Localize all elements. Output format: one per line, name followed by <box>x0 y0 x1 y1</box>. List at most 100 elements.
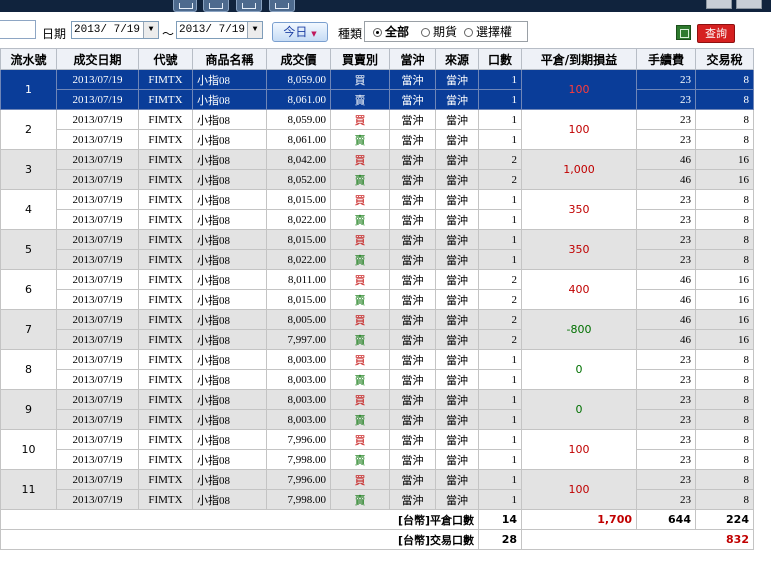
code-cell: FIMTX <box>138 109 193 130</box>
trade-date-cell: 2013/07/19 <box>56 149 139 170</box>
trade-date-cell: 2013/07/19 <box>56 269 139 290</box>
table-row[interactable]: 3 2013/07/19 FIMTX 小指08 8,042.00 買當沖 當沖 2 1,000 4… <box>0 149 754 190</box>
table-row[interactable]: 2013/07/19 FIMTX 小指08 7,997.00 賣當沖 當沖 2 46 16 <box>1 329 754 350</box>
table-row[interactable]: 2013/07/19 FIMTX 小指08 8,022.00 賣當沖 當沖 1 23 8 <box>1 209 754 230</box>
chevron-down-icon[interactable]: ▼ <box>247 22 262 38</box>
scroll-down-button[interactable] <box>736 0 762 9</box>
today-button[interactable]: 今日 ▼ <box>272 22 328 42</box>
table-row[interactable]: 2013/07/19 FIMTX 小指08 8,015.00 賣當沖 當沖 2 46 16 <box>1 289 754 310</box>
fee-cell: 23 <box>636 229 696 250</box>
radio-futures[interactable]: 期貨 <box>421 25 457 39</box>
col-header[interactable]: 手續費 <box>636 48 696 70</box>
scroll-up-button[interactable] <box>706 0 732 9</box>
table-row[interactable]: 7 2013/07/19 FIMTX 小指08 8,005.00 買當沖 當沖 2 -800 46… <box>0 309 754 350</box>
price-cell: 7,998.00 <box>266 489 331 510</box>
col-header[interactable]: 買賣別 <box>330 48 390 70</box>
side-cell: 買 <box>330 269 390 290</box>
product-name-cell: 小指08 <box>192 209 267 230</box>
fee-cell: 23 <box>636 409 696 430</box>
side-cell: 買 <box>330 389 390 410</box>
calendar-icon[interactable] <box>203 0 229 12</box>
query-button[interactable]: 查詢 <box>697 24 735 43</box>
col-header[interactable]: 來源 <box>435 48 479 70</box>
table-row[interactable]: 2013/07/19 FIMTX 小指08 8,003.00 賣當沖 當沖 1 23 8 <box>1 409 754 430</box>
daytrade-cell: 當沖 <box>389 349 436 370</box>
code-cell: FIMTX <box>138 189 193 210</box>
code-cell: FIMTX <box>138 229 193 250</box>
table-row[interactable]: 11 2013/07/19 FIMTX 小指08 7,996.00 買當沖 當沖 1 100 23… <box>0 469 754 510</box>
col-header[interactable]: 口數 <box>478 48 522 70</box>
sell-label: 賣 <box>354 454 366 467</box>
source-cell: 當沖 <box>435 169 479 190</box>
table-row[interactable]: 2 2013/07/19 FIMTX 小指08 8,059.00 買當沖 當沖 1 100 23 8 <box>0 109 754 150</box>
product-name-cell: 小指08 <box>192 109 267 130</box>
radio-all[interactable]: 全部 <box>373 25 409 39</box>
col-header[interactable]: 當沖 <box>389 48 436 70</box>
side-cell: 賣 <box>330 369 390 390</box>
code-cell: FIMTX <box>138 89 193 110</box>
date-from-picker[interactable]: 2013/ 7/19 ▼ <box>71 21 159 39</box>
col-header[interactable]: 商品名稱 <box>192 48 267 70</box>
buy-label: 買 <box>354 354 366 367</box>
code-cell: FIMTX <box>138 129 193 150</box>
fee-cell: 23 <box>636 109 696 130</box>
table-row[interactable]: 2013/07/19 FIMTX 小指08 8,061.00 賣當沖 當沖 1 23 8 <box>1 129 754 150</box>
source-cell: 當沖 <box>435 209 479 230</box>
trade-date-cell: 2013/07/19 <box>56 309 139 330</box>
table-row[interactable]: 2013/07/19 FIMTX 小指08 8,052.00 賣當沖 當沖 2 46 16 <box>1 169 754 190</box>
sell-label: 賣 <box>354 94 366 107</box>
tax-cell: 8 <box>695 449 754 470</box>
source-cell: 當沖 <box>435 289 479 310</box>
source-cell: 當沖 <box>435 409 479 430</box>
col-header[interactable]: 交易稅 <box>695 48 754 70</box>
daytrade-cell: 當沖 <box>389 89 436 110</box>
table-row[interactable]: 5 2013/07/19 FIMTX 小指08 8,015.00 買當沖 當沖 1 350 23 8 <box>0 229 754 270</box>
table-row[interactable]: 2013/07/19 FIMTX 小指08 7,998.00 賣當沖 當沖 1 23 8 <box>1 489 754 510</box>
qty-cell: 1 <box>478 129 522 150</box>
add-icon[interactable] <box>269 0 295 12</box>
fee-cell: 23 <box>636 369 696 390</box>
table-row[interactable]: 8 2013/07/19 FIMTX 小指08 8,003.00 買當沖 當沖 1 0 23 8 <box>0 349 754 390</box>
qty-cell: 1 <box>478 469 522 490</box>
fee-cell: 23 <box>636 349 696 370</box>
grid-icon[interactable] <box>173 0 197 12</box>
date-to-picker[interactable]: 2013/ 7/19 ▼ <box>176 21 263 39</box>
trade-table: 流水號 成交日期 代號 商品名稱 成交價 買賣別 當沖 來源 口數 平倉/到期損… <box>0 48 754 550</box>
radio-options[interactable]: 選擇權 <box>464 25 512 39</box>
table-row[interactable]: 2013/07/19 FIMTX 小指08 7,998.00 賣當沖 當沖 1 23 8 <box>1 449 754 470</box>
tax-cell: 8 <box>695 249 754 270</box>
source-cell: 當沖 <box>435 309 479 330</box>
col-header[interactable]: 成交日期 <box>56 48 139 70</box>
top-toolbar <box>0 0 771 12</box>
table-row[interactable]: 6 2013/07/19 FIMTX 小指08 8,011.00 買當沖 當沖 2 400 46 1… <box>0 269 754 310</box>
col-header[interactable]: 成交價 <box>266 48 331 70</box>
export-icon[interactable] <box>236 0 262 12</box>
fee-cell: 23 <box>636 449 696 470</box>
table-row[interactable]: 2013/07/19 FIMTX 小指08 8,022.00 賣當沖 當沖 1 23 8 <box>1 249 754 270</box>
code-cell: FIMTX <box>138 469 193 490</box>
col-header[interactable]: 流水號 <box>0 48 57 70</box>
sell-label: 賣 <box>354 294 366 307</box>
table-row[interactable]: 4 2013/07/19 FIMTX 小指08 8,015.00 買當沖 當沖 1 350 23 8 <box>0 189 754 230</box>
col-header[interactable]: 代號 <box>138 48 193 70</box>
chevron-down-icon[interactable]: ▼ <box>143 22 158 38</box>
table-row[interactable]: 2013/07/19 FIMTX 小指08 8,003.00 賣當沖 當沖 1 23 8 <box>1 369 754 390</box>
table-row[interactable]: 1 2013/07/19 FIMTX 小指08 8,059.00 買當沖 當沖 1 100 23 8 <box>0 69 754 110</box>
buy-label: 買 <box>354 194 366 207</box>
price-cell: 8,022.00 <box>266 209 331 230</box>
source-cell: 當沖 <box>435 189 479 210</box>
serial-number-cell: 8 <box>0 349 57 390</box>
code-cell: FIMTX <box>138 449 193 470</box>
col-header[interactable]: 平倉/到期損益 <box>521 48 637 70</box>
serial-number-cell: 1 <box>0 69 57 110</box>
side-cell: 賣 <box>330 449 390 470</box>
table-row[interactable]: 2013/07/19 FIMTX 小指08 8,061.00 賣當沖 當沖 1 23 8 <box>1 89 754 110</box>
source-cell: 當沖 <box>435 469 479 490</box>
table-row[interactable]: 10 2013/07/19 FIMTX 小指08 7,996.00 買當沖 當沖 1 100 23… <box>0 429 754 470</box>
excel-export-icon[interactable] <box>676 25 691 40</box>
table-row[interactable]: 9 2013/07/19 FIMTX 小指08 8,003.00 買當沖 當沖 1 0 23 8 <box>0 389 754 430</box>
code-cell: FIMTX <box>138 209 193 230</box>
daytrade-cell: 當沖 <box>389 109 436 130</box>
account-input[interactable] <box>0 20 36 39</box>
trade-date-cell: 2013/07/19 <box>56 189 139 210</box>
